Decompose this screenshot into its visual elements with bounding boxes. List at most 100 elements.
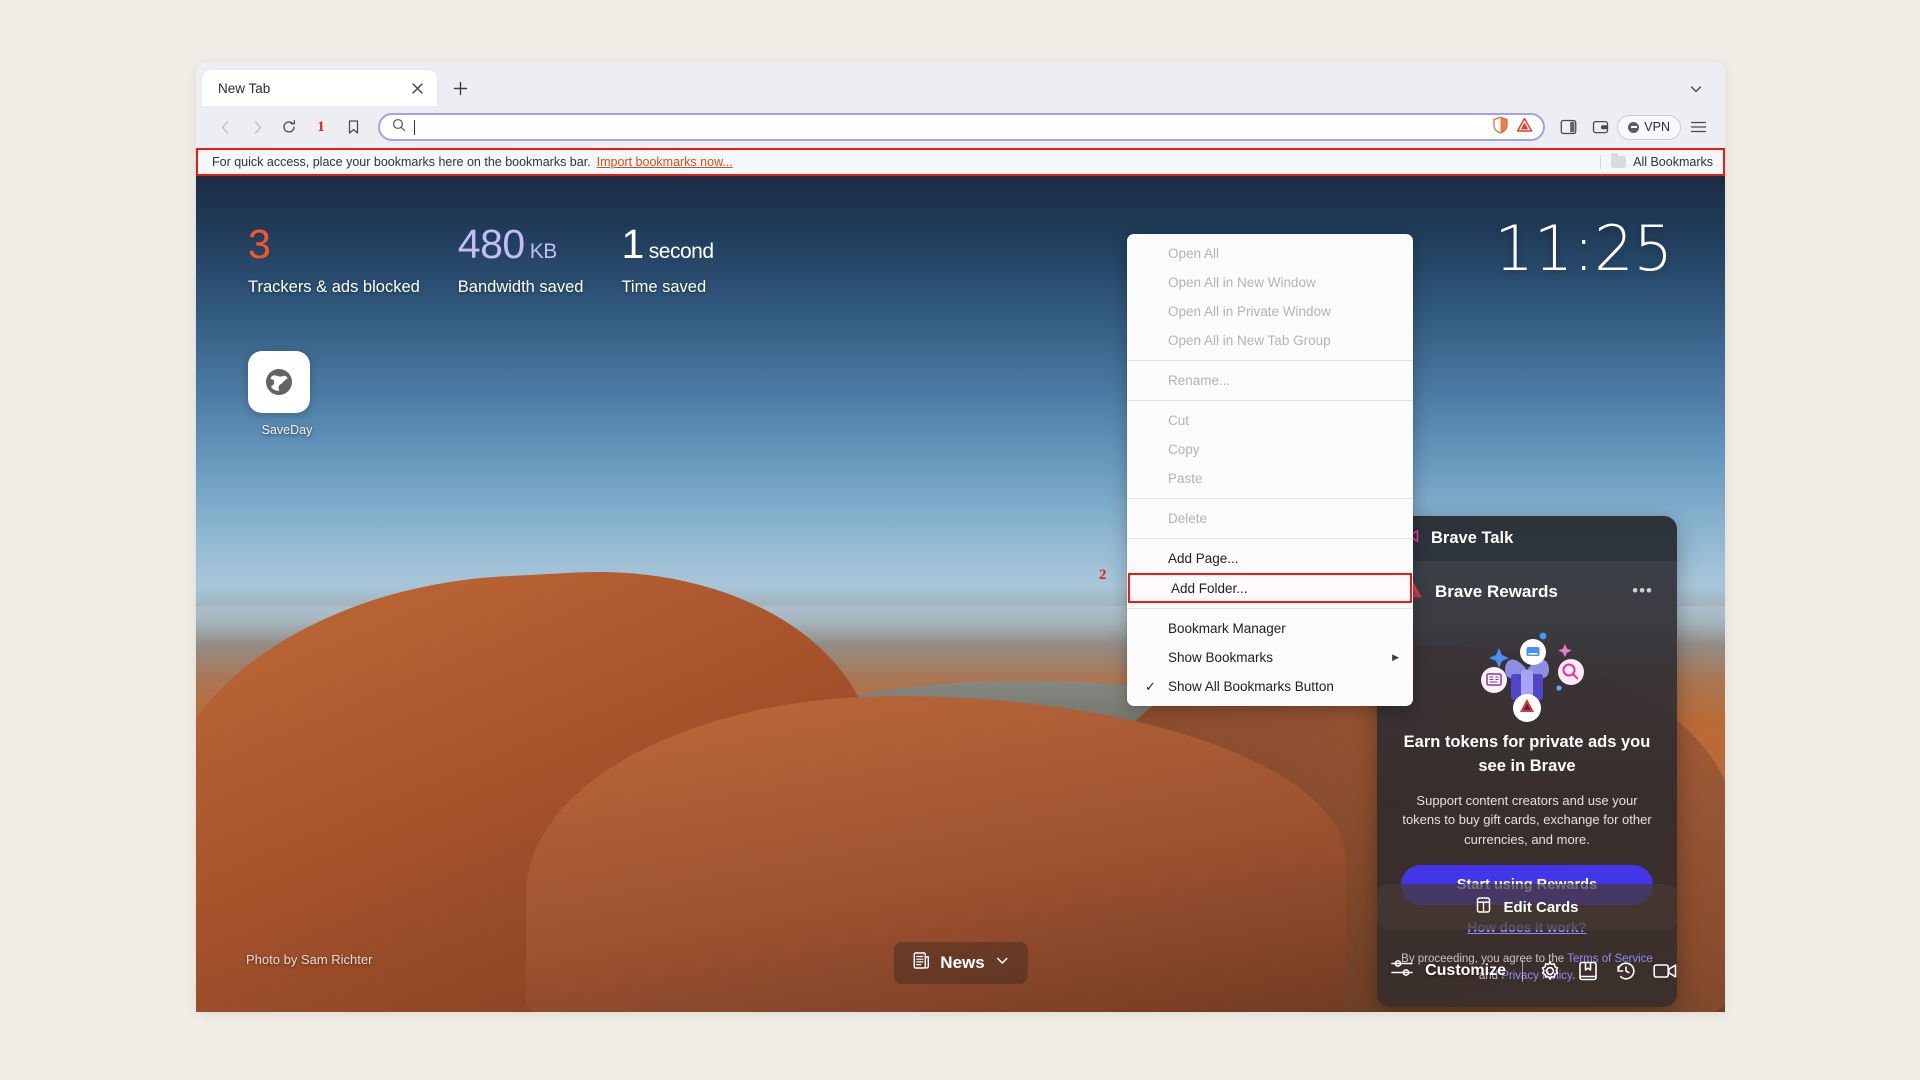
menu-item-paste[interactable]: Paste [1127, 464, 1413, 493]
menu-item-add-folder[interactable]: Add Folder... [1128, 573, 1412, 603]
tab-title: New Tab [218, 80, 271, 96]
cards-icon [1475, 896, 1492, 918]
customize-button[interactable]: Customize [1391, 959, 1506, 982]
menu-item-label: Show Bookmarks [1168, 650, 1274, 665]
menu-item-label: Paste [1168, 471, 1203, 486]
back-arrow-icon[interactable] [210, 112, 240, 142]
vpn-button[interactable]: VPN [1617, 114, 1681, 140]
more-options-icon[interactable]: ••• [1632, 582, 1653, 599]
bookmarks-bar-hint: For quick access, place your bookmarks h… [212, 155, 591, 169]
all-bookmarks-button[interactable]: All Bookmarks [1600, 153, 1713, 169]
stat-trackers-blocked: 3 Trackers & ads blocked [248, 224, 420, 297]
new-tab-button[interactable] [445, 73, 475, 103]
rewards-body-text: Support content creators and use your to… [1402, 792, 1652, 847]
annotation-number-1: 1 [317, 118, 325, 135]
forward-arrow-icon[interactable] [242, 112, 272, 142]
shields-icon[interactable] [1492, 116, 1509, 139]
menu-item-label: Open All in Private Window [1168, 304, 1331, 319]
browser-window: New Tab 1 VPN For quick access, place yo… [196, 62, 1725, 1012]
menu-item-bookmark-manager[interactable]: Bookmark Manager [1127, 614, 1413, 643]
gear-icon[interactable] [1539, 960, 1561, 982]
menu-item-show-bookmarks[interactable]: Show Bookmarks ▶ [1127, 643, 1413, 672]
bookmark-icon[interactable] [338, 112, 368, 142]
menu-item-open-all-new-tab-group[interactable]: Open All in New Tab Group [1127, 326, 1413, 355]
menu-item-label: Rename... [1168, 373, 1231, 388]
menu-item-label: Open All [1168, 246, 1220, 261]
menu-item-label: Delete [1168, 511, 1208, 526]
menu-item-label: Add Folder... [1171, 580, 1248, 596]
menu-item-label: Show All Bookmarks Button [1168, 679, 1334, 694]
shortcut-tile-saveday[interactable] [248, 351, 310, 413]
omnibox-right-icons [1492, 116, 1533, 139]
stat-label: Time saved [621, 278, 707, 296]
menu-item-label: Open All in New Window [1168, 275, 1316, 290]
vpn-status-icon [1628, 121, 1640, 133]
shortcut-tiles: SaveDay [248, 351, 326, 437]
new-tab-page: 3 Trackers & ads blocked 480 KB Bandwidt… [196, 176, 1725, 1012]
news-label: News [940, 953, 985, 972]
brave-rewards-card: Brave Rewards ••• Earn tokens for privat… [1377, 561, 1677, 1007]
brave-talk-card[interactable]: Brave Talk [1377, 516, 1677, 561]
menu-item-cut[interactable]: Cut [1127, 406, 1413, 435]
video-camera-icon[interactable] [1653, 962, 1677, 980]
sliders-icon [1391, 959, 1413, 982]
history-clock-icon[interactable] [1615, 960, 1637, 982]
submenu-arrow-icon: ▶ [1392, 652, 1399, 662]
brave-cards-stack: Brave Talk Brave Rewards ••• Earn tokens… [1377, 516, 1677, 1007]
menu-item-add-page[interactable]: Add Page... [1127, 544, 1413, 573]
text-caret [414, 119, 415, 135]
browser-toolbar: 1 VPN [196, 106, 1725, 148]
menu-item-label: Bookmark Manager [1168, 621, 1286, 636]
stat-label: Bandwidth saved [457, 278, 584, 296]
menu-item-copy[interactable]: Copy [1127, 435, 1413, 464]
all-bookmarks-label: All Bookmarks [1633, 155, 1713, 169]
stat-value: 1 [621, 221, 644, 267]
customize-label: Customize [1425, 961, 1506, 979]
stat-value: 480 [457, 221, 525, 267]
hamburger-menu-icon[interactable] [1683, 112, 1713, 142]
brave-talk-title: Brave Talk [1431, 529, 1514, 547]
menu-item-open-all-private-window[interactable]: Open All in Private Window [1127, 297, 1413, 326]
menu-item-label: Copy [1168, 442, 1200, 457]
close-icon[interactable] [407, 78, 427, 98]
divider [1522, 959, 1523, 982]
tabstrip-right-controls [1689, 82, 1715, 101]
menu-item-show-all-bookmarks-button[interactable]: ✓ Show All Bookmarks Button [1127, 672, 1413, 701]
photo-credit: Photo by Sam Richter [246, 952, 373, 967]
menu-item-open-all-new-window[interactable]: Open All in New Window [1127, 268, 1413, 297]
stat-value: 3 [248, 221, 271, 267]
menu-separator [1127, 400, 1413, 401]
folder-icon [1611, 153, 1627, 168]
import-bookmarks-link[interactable]: Import bookmarks now... [597, 155, 733, 169]
menu-item-delete[interactable]: Delete [1127, 504, 1413, 533]
menu-item-open-all[interactable]: Open All [1127, 239, 1413, 268]
menu-separator [1127, 360, 1413, 361]
news-icon [911, 951, 930, 975]
bookmarks-bar[interactable]: For quick access, place your bookmarks h… [196, 148, 1725, 176]
address-bar[interactable] [378, 113, 1546, 141]
menu-item-rename[interactable]: Rename... [1127, 366, 1413, 395]
annotation-number-2: 2 [1099, 567, 1107, 583]
rewards-illustration [1401, 610, 1653, 725]
sidebar-panel-icon[interactable] [1553, 112, 1583, 142]
brave-rewards-triangle-icon[interactable] [1516, 117, 1533, 138]
stat-time-saved: 1 second Time saved [621, 221, 714, 297]
edit-cards-button[interactable]: Edit Cards [1377, 884, 1677, 930]
tab-strip: New Tab [196, 62, 1725, 106]
stat-unit: KB [529, 240, 558, 263]
wallet-icon[interactable] [1585, 112, 1615, 142]
edit-cards-label: Edit Cards [1503, 898, 1579, 916]
menu-separator [1127, 538, 1413, 539]
bookmarks-icon[interactable] [1577, 960, 1599, 982]
stat-unit: second [648, 240, 714, 263]
globe-icon [266, 369, 292, 395]
menu-item-label: Open All in New Tab Group [1168, 333, 1331, 348]
menu-separator [1127, 498, 1413, 499]
news-toggle[interactable]: News [893, 942, 1028, 984]
search-icon [392, 118, 406, 137]
reload-icon[interactable] [274, 112, 304, 142]
chevron-down-icon[interactable] [1689, 82, 1703, 101]
browser-tab[interactable]: New Tab [202, 70, 437, 106]
menu-separator [1127, 608, 1413, 609]
clock: 11:25 [1494, 212, 1673, 285]
